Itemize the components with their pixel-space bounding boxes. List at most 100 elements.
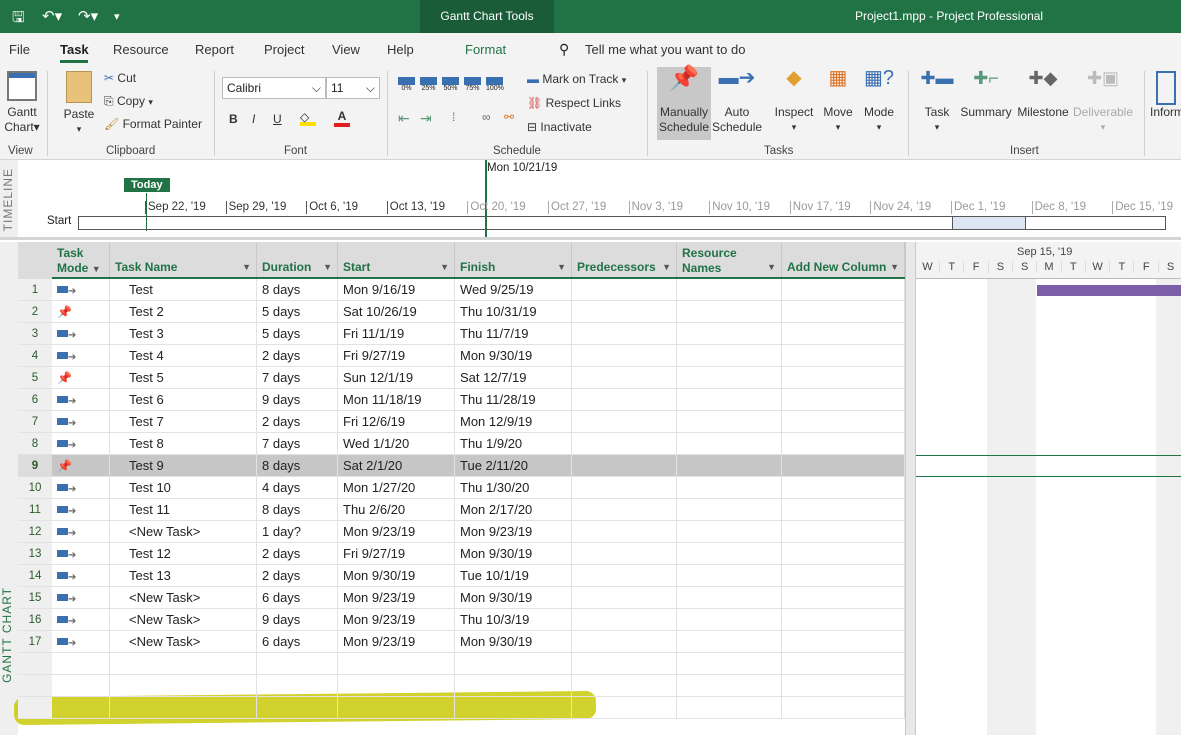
link-icon[interactable]: ∞ [482,110,491,124]
row-number[interactable]: 14 [18,565,52,587]
cell-duration[interactable] [257,675,338,697]
cell-start[interactable] [338,697,455,719]
cell-name[interactable]: Test 2 [110,301,257,323]
cell-finish[interactable]: Mon 9/30/19 [455,587,572,609]
tab-view[interactable]: View [332,42,360,57]
cell-empty[interactable] [782,653,905,675]
row-number[interactable] [18,653,52,675]
cell-empty[interactable] [782,455,905,477]
cell-empty[interactable] [677,279,782,301]
col-task-mode[interactable]: Task Mode ▼ [52,242,110,279]
row-number[interactable]: 17 [18,631,52,653]
cell-empty[interactable] [782,323,905,345]
cell-empty[interactable] [782,499,905,521]
timeline-view-window[interactable] [952,216,1026,230]
cell-finish[interactable]: Thu 10/3/19 [455,609,572,631]
redo-icon[interactable]: ↷▾ [78,7,98,25]
cell-empty[interactable] [572,565,677,587]
cell-start[interactable]: Sat 2/1/20 [338,455,455,477]
cell-finish[interactable]: Thu 11/28/19 [455,389,572,411]
cell-name[interactable]: Test 10 [110,477,257,499]
cell-empty[interactable] [572,477,677,499]
row-number[interactable] [18,675,52,697]
row-number[interactable] [18,697,52,719]
cell-name[interactable]: Test 6 [110,389,257,411]
row-number[interactable]: 1 [18,279,52,301]
task-row[interactable]: 9 📌 Test 98 days Sat 2/1/20 Tue 2/11/20 [18,455,905,477]
tab-report[interactable]: Report [195,42,234,57]
cell-finish[interactable]: Thu 10/31/19 [455,301,572,323]
tab-project[interactable]: Project [264,42,304,57]
task-row[interactable]: 17 ➔ <New Task> 6 days Mon 9/23/19 Mon 9/30/1… [18,631,905,653]
row-number[interactable]: 16 [18,609,52,631]
cell-empty[interactable] [782,565,905,587]
cell-duration[interactable]: 8 days [257,279,338,301]
cell-duration[interactable]: 7 days [257,367,338,389]
cell-finish[interactable]: Wed 9/25/19 [455,279,572,301]
cell-finish[interactable]: Mon 12/9/19 [455,411,572,433]
italic-button[interactable]: I [252,112,255,126]
cell-finish[interactable] [455,653,572,675]
cell-empty[interactable] [677,411,782,433]
cell-empty[interactable] [782,301,905,323]
task-row[interactable]: 5 📌 Test 57 days Sun 12/1/19 Sat 12/7/19 [18,367,905,389]
tab-task[interactable]: Task [60,42,89,57]
cell-name[interactable]: <New Task> [110,609,257,631]
task-row[interactable]: 3 ➔ Test 35 days Fri 11/1/19 Thu 11/7/19 [18,323,905,345]
cut-button[interactable]: ✂ Cut [104,71,136,85]
row-number[interactable]: 10 [18,477,52,499]
inspect-button[interactable]: ◆ Inspect ▾ [772,68,816,135]
cell-empty[interactable] [782,389,905,411]
tab-resource[interactable]: Resource [113,42,169,57]
insert-task-button[interactable]: ✚▬ Task ▾ [918,69,956,135]
cell-empty[interactable] [677,609,782,631]
undo-icon[interactable]: ↶▾ [42,7,62,25]
cell-empty[interactable] [677,499,782,521]
task-row[interactable]: 1 ➔ Test 8 days Mon 9/16/19 Wed 9/25/19 [18,279,905,301]
cell-name[interactable] [110,653,257,675]
cell-name[interactable]: Test 9 [110,455,257,477]
cell-empty[interactable] [572,631,677,653]
move-button[interactable]: ▦ Move ▾ [818,68,858,135]
cell-empty[interactable] [677,587,782,609]
cell-empty[interactable] [782,345,905,367]
cell-empty[interactable] [677,323,782,345]
row-number[interactable]: 9 [18,455,52,477]
cell-start[interactable]: Mon 9/30/19 [338,565,455,587]
font-family-select[interactable]: Calibri ⌵ [222,77,326,99]
tab-format[interactable]: Format [465,42,506,57]
cell-empty[interactable] [572,411,677,433]
task-row[interactable]: 12 ➔ <New Task> 1 day? Mon 9/23/19 Mon 9/23/1… [18,521,905,543]
task-row[interactable]: 13 ➔ Test 12 2 days Fri 9/27/19 Mon 9/30/19 [18,543,905,565]
cell-empty[interactable] [677,433,782,455]
cell-finish[interactable]: Mon 2/17/20 [455,499,572,521]
cell-name[interactable]: Test 4 [110,345,257,367]
cell-start[interactable]: Fri 11/1/19 [338,323,455,345]
cell-name[interactable]: <New Task> [110,521,257,543]
cell-duration[interactable]: 6 days [257,587,338,609]
cell-duration[interactable]: 2 days [257,565,338,587]
task-row[interactable]: 14 ➔ Test 13 2 days Mon 9/30/19 Tue 10/1/19 [18,565,905,587]
cell-empty[interactable] [572,675,677,697]
col-start[interactable]: Start ▼ [338,242,455,279]
cell-finish[interactable]: Sat 12/7/19 [455,367,572,389]
cell-name[interactable]: Test 11 [110,499,257,521]
cell-empty[interactable] [572,587,677,609]
cell-duration[interactable]: 4 days [257,477,338,499]
cell-start[interactable]: Mon 1/27/20 [338,477,455,499]
mode-button[interactable]: ▦? Mode ▾ [860,68,898,135]
col-finish[interactable]: Finish ▼ [455,242,572,279]
copy-button[interactable]: ⎘ Copy ▾ [104,94,153,109]
cell-empty[interactable] [677,653,782,675]
cell-start[interactable]: Mon 9/23/19 [338,521,455,543]
task-row[interactable]: 15 ➔ <New Task> 6 days Mon 9/23/19 Mon 9/30/1… [18,587,905,609]
pct-50-button[interactable]: 50% [442,77,459,92]
cell-empty[interactable] [782,411,905,433]
col-task-name[interactable]: Task Name ▼ [110,242,257,279]
cell-duration[interactable]: 8 days [257,499,338,521]
cell-empty[interactable] [677,455,782,477]
cell-duration[interactable] [257,697,338,719]
empty-row[interactable] [18,653,905,675]
task-row[interactable]: 16 ➔ <New Task> 9 days Mon 9/23/19 Thu 10/3/1… [18,609,905,631]
manually-schedule-button[interactable]: 📌 Manually Schedule [657,67,711,140]
